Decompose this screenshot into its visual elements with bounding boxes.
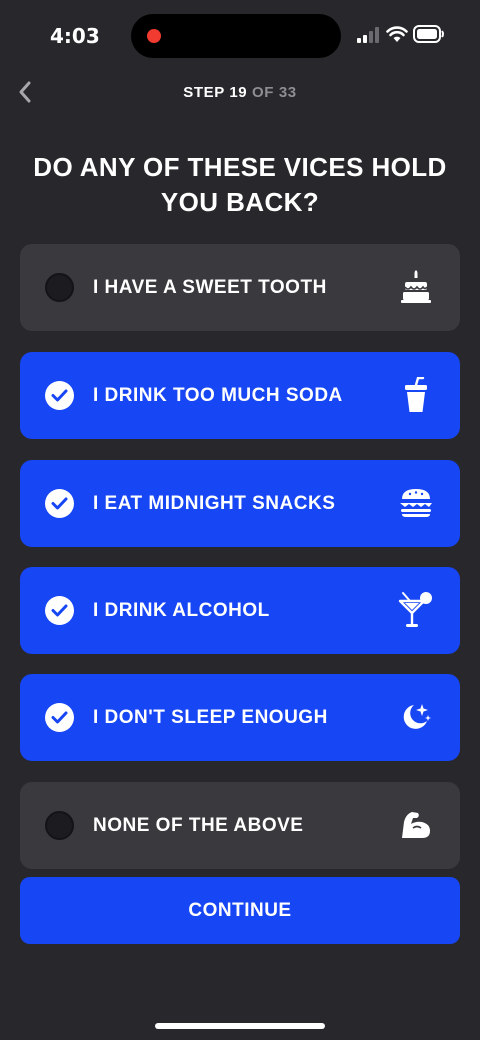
- home-indicator[interactable]: [155, 1023, 325, 1029]
- option-label: NONE OF THE ABOVE: [93, 815, 304, 836]
- option-midnight-snacks[interactable]: I EAT MIDNIGHT SNACKS: [20, 460, 460, 547]
- flexed-bicep-icon: [398, 806, 434, 844]
- dynamic-island: [131, 14, 341, 58]
- recording-indicator-icon: [147, 29, 161, 43]
- step-indicator: STEP 19 OF 33: [0, 84, 480, 101]
- wifi-icon: [386, 26, 408, 42]
- battery-icon: [413, 25, 444, 43]
- step-current: STEP 19: [183, 84, 248, 101]
- option-soda[interactable]: I DRINK TOO MUCH SODA: [20, 352, 460, 439]
- radio-button-checked[interactable]: [45, 596, 74, 625]
- status-time: 4:03: [50, 24, 100, 48]
- option-label: I EAT MIDNIGHT SNACKS: [93, 493, 336, 514]
- checkmark-icon: [51, 389, 68, 402]
- cocktail-icon: [398, 591, 434, 629]
- continue-button[interactable]: CONTINUE: [20, 877, 460, 944]
- burger-icon: [398, 484, 434, 522]
- step-total: OF 33: [252, 84, 297, 101]
- checkmark-icon: [51, 604, 68, 617]
- status-bar: 4:03: [0, 0, 480, 72]
- radio-button-checked[interactable]: [45, 489, 74, 518]
- radio-button[interactable]: [45, 811, 74, 840]
- moon-stars-icon: [398, 698, 434, 736]
- page-title: DO ANY OF THESE VICES HOLD YOU BACK?: [33, 152, 447, 217]
- option-label: I DRINK TOO MUCH SODA: [93, 385, 343, 406]
- option-alcohol[interactable]: I DRINK ALCOHOL: [20, 567, 460, 654]
- option-sleep[interactable]: I DON'T SLEEP ENOUGH: [20, 674, 460, 761]
- cake-icon: [398, 268, 434, 306]
- option-label: I DON'T SLEEP ENOUGH: [93, 707, 328, 728]
- option-label: I DRINK ALCOHOL: [93, 600, 270, 621]
- checkmark-icon: [51, 497, 68, 510]
- option-label: I HAVE A SWEET TOOTH: [93, 277, 327, 298]
- checkmark-icon: [51, 711, 68, 724]
- option-sweet-tooth[interactable]: I HAVE A SWEET TOOTH: [20, 244, 460, 331]
- soda-cup-icon: [398, 376, 434, 414]
- radio-button[interactable]: [45, 273, 74, 302]
- option-none-of-the-above[interactable]: NONE OF THE ABOVE: [20, 782, 460, 869]
- radio-button-checked[interactable]: [45, 381, 74, 410]
- cellular-signal-icon: [357, 27, 379, 43]
- radio-button-checked[interactable]: [45, 703, 74, 732]
